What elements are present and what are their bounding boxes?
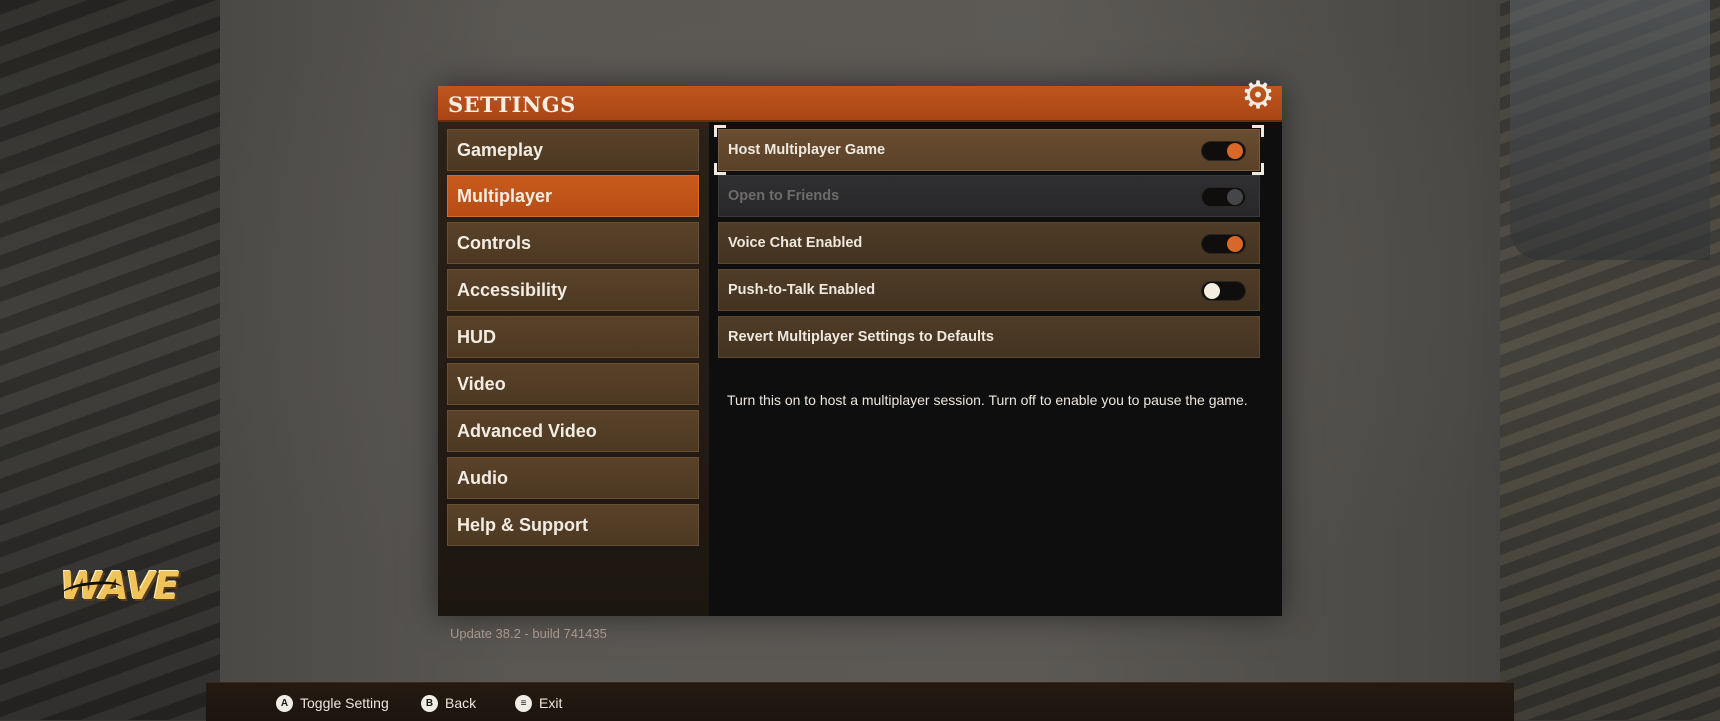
page-title: SETTINGS [448,92,576,117]
focus-corner [1252,125,1264,137]
setting-open-to-friends[interactable]: Open to Friends [718,175,1260,217]
hint-label: Exit [539,695,563,711]
settings-content: Host Multiplayer Game Open to Friends Vo… [709,122,1282,616]
sidebar-item-label: Accessibility [457,280,568,300]
setting-description: Turn this on to host a multiplayer sessi… [727,392,1248,408]
sidebar-item-video[interactable]: Video [447,363,699,405]
voice-chat-toggle[interactable] [1201,234,1246,254]
host-multiplayer-toggle[interactable] [1201,141,1246,161]
sidebar-item-multiplayer[interactable]: Multiplayer [447,175,699,217]
setting-label: Revert Multiplayer Settings to Defaults [728,329,994,345]
sidebar-item-hud[interactable]: HUD [447,316,699,358]
hint-back[interactable]: B Back [421,693,476,713]
sidebar-item-audio[interactable]: Audio [447,457,699,499]
setting-voice-chat-enabled[interactable]: Voice Chat Enabled [718,222,1260,264]
setting-label: Push-to-Talk Enabled [728,282,876,298]
settings-panel: SETTINGS ⚙ Gameplay Multiplayer Controls… [438,76,1282,641]
sidebar-item-label: Help & Support [457,515,588,535]
sidebar-item-label: Video [457,374,506,394]
gear-icon: ⚙ [1240,75,1276,117]
hint-label: Toggle Setting [300,695,389,711]
sidebar-item-label: HUD [457,327,496,347]
background-right-scenery [1500,0,1720,720]
version-text: Update 38.2 - build 741435 [450,626,607,641]
focus-corner [1252,163,1264,175]
setting-label: Host Multiplayer Game [728,142,886,158]
footer-hint-bar: A Toggle Setting B Back ≡ Exit [206,682,1514,721]
toggle-knob [1227,236,1243,252]
focus-corner [714,125,726,137]
setting-push-to-talk-enabled[interactable]: Push-to-Talk Enabled [718,269,1260,311]
sidebar-item-label: Multiplayer [457,186,553,206]
a-button-icon: A [276,694,293,712]
sidebar-item-gameplay[interactable]: Gameplay [447,129,699,171]
toggle-knob [1227,189,1243,205]
open-to-friends-toggle[interactable] [1201,187,1246,207]
background-vehicle [1510,0,1710,260]
push-to-talk-toggle[interactable] [1201,281,1246,301]
sidebar-item-help-support[interactable]: Help & Support [447,504,699,546]
sidebar-item-advanced-video[interactable]: Advanced Video [447,410,699,452]
setting-label: Voice Chat Enabled [728,235,863,251]
settings-sidebar: Gameplay Multiplayer Controls Accessibil… [438,122,709,641]
sidebar-item-label: Advanced Video [457,421,597,441]
toggle-knob [1204,283,1220,299]
focus-corner [714,163,726,175]
hint-exit[interactable]: ≡ Exit [515,693,562,713]
sidebar-item-label: Audio [457,468,508,488]
sidebar-item-accessibility[interactable]: Accessibility [447,269,699,311]
menu-button-icon: ≡ [515,694,532,712]
setting-label: Open to Friends [728,188,840,204]
sidebar-item-label: Gameplay [457,140,544,160]
b-button-icon: B [421,694,438,712]
toggle-knob [1227,143,1243,159]
sidebar-item-controls[interactable]: Controls [447,222,699,264]
sidebar-item-label: Controls [457,233,531,253]
setting-host-multiplayer-game[interactable]: Host Multiplayer Game [714,125,1264,175]
hint-toggle-setting[interactable]: A Toggle Setting [276,693,389,713]
hint-label: Back [445,695,477,711]
revert-multiplayer-defaults-button[interactable]: Revert Multiplayer Settings to Defaults [718,316,1260,358]
settings-header: SETTINGS ⚙ [438,76,1282,122]
background-left-scenery [0,0,220,720]
